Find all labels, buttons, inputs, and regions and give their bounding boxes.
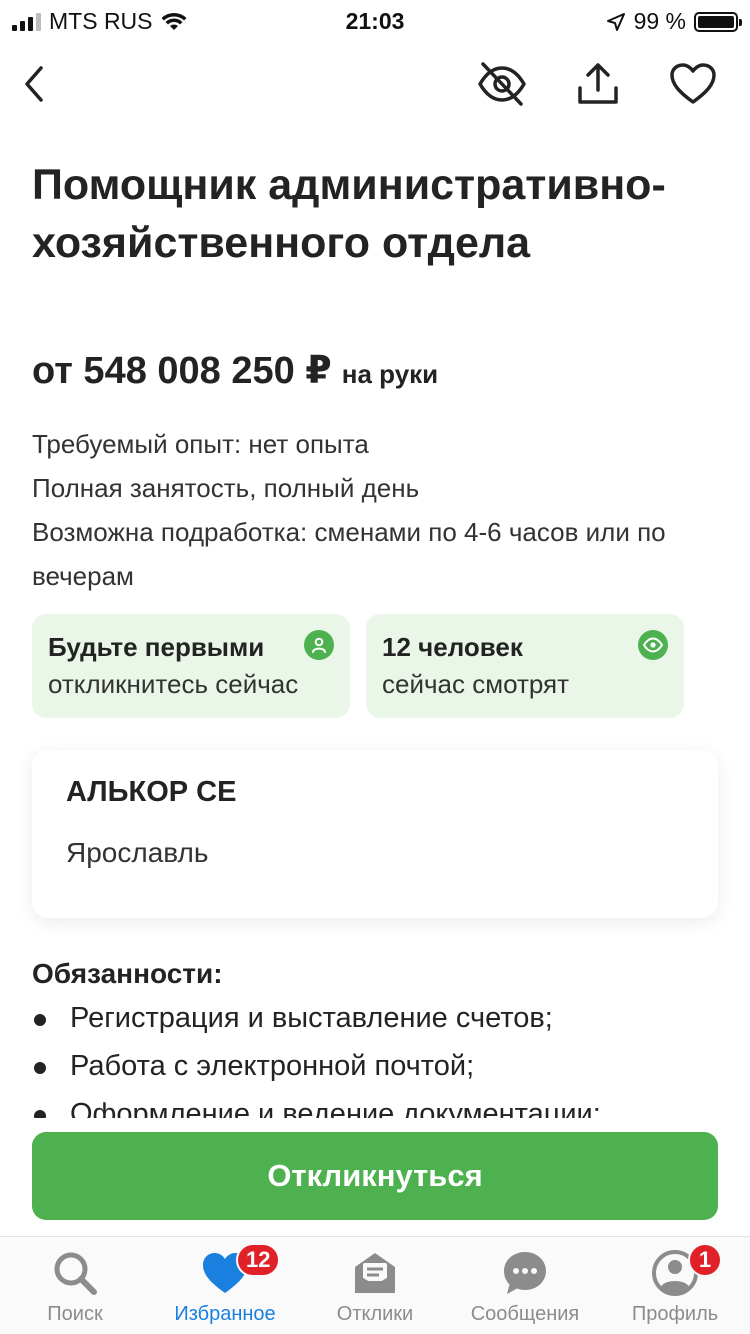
be-first-subtitle: откликнитесь сейчас [48,669,299,699]
info-cards: Будьте первыми откликнитесь сейчас 12 че… [32,614,684,718]
person-icon [304,630,334,660]
favorites-badge: 12 [236,1243,281,1277]
tab-favorites-label: Избранное [174,1303,276,1325]
vacancy-title: Помощник административно-хозяйственного … [32,161,666,267]
hide-vacancy-button[interactable] [474,56,530,112]
favorite-button[interactable] [665,56,721,112]
duties-section: Обязанности: Регистрация и выставление с… [32,958,732,1118]
company-card[interactable]: АЛЬКОР СЕ Ярославль [32,750,718,918]
eye-icon [638,630,668,660]
tab-profile-label: Профиль [631,1303,719,1325]
duty-item: Работа с электронной почтой; [32,1042,732,1090]
company-name[interactable]: АЛЬКОР СЕ [66,776,684,809]
top-navigation [0,56,750,112]
viewers-card: 12 человек сейчас смотрят [366,614,684,718]
be-first-title: Будьте первыми [48,632,265,662]
share-button[interactable] [570,56,626,112]
respond-button[interactable]: Откликнуться [32,1132,718,1220]
duties-title: Обязанности: [32,958,223,989]
employment-type: Полная занятость, полный день [32,473,420,503]
tab-search-label: Поиск [47,1303,103,1325]
status-bar: MTS RUS 21:03 99 % [0,0,750,40]
company-city: Ярославль [66,837,209,868]
search-icon [51,1249,99,1297]
salary-suffix: на руки [341,359,439,389]
duties-list: Регистрация и выставление счетов; Работа… [32,994,732,1118]
be-first-card: Будьте первыми откликнитесь сейчас [32,614,350,718]
battery-icon [694,11,742,32]
status-right: 99 % [606,8,742,35]
viewers-count: 12 человек [382,632,523,662]
tab-responses-label: Отклики [336,1303,414,1325]
heart-icon [670,63,716,104]
part-time-option: Возможна подработка: сменами по 4-6 часо… [32,517,666,591]
chat-icon [501,1249,549,1297]
tab-profile[interactable]: 1 Профиль [600,1237,750,1334]
viewers-subtitle: сейчас смотрят [382,669,570,699]
tab-responses[interactable]: Отклики [300,1237,450,1334]
mail-icon [351,1249,399,1297]
eye-off-icon [478,62,526,106]
tab-favorites[interactable]: 12 Избранное [150,1237,300,1334]
vacancy-conditions: Требуемый опыт: нет опыта Полная занятос… [32,422,722,598]
tab-search[interactable]: Поиск [0,1237,150,1334]
duty-item: Регистрация и выставление счетов; [32,994,732,1042]
experience-requirement: Требуемый опыт: нет опыта [32,429,369,459]
tab-messages[interactable]: Сообщения [450,1237,600,1334]
duty-item: Оформление и ведение документации; [32,1090,732,1118]
share-icon [578,63,618,104]
battery-percent: 99 % [633,8,686,34]
salary-amount: от 548 008 250 ₽ [32,350,332,392]
tab-bar: Поиск 12 Избранное Отклики Сообщения 1 П… [0,1236,750,1334]
tab-messages-label: Сообщения [470,1303,580,1325]
back-button[interactable] [6,56,62,112]
profile-badge: 1 [688,1243,722,1277]
salary: от 548 008 250 ₽ на руки [32,348,438,393]
chevron-left-icon [25,66,43,102]
location-arrow-icon [606,12,625,31]
